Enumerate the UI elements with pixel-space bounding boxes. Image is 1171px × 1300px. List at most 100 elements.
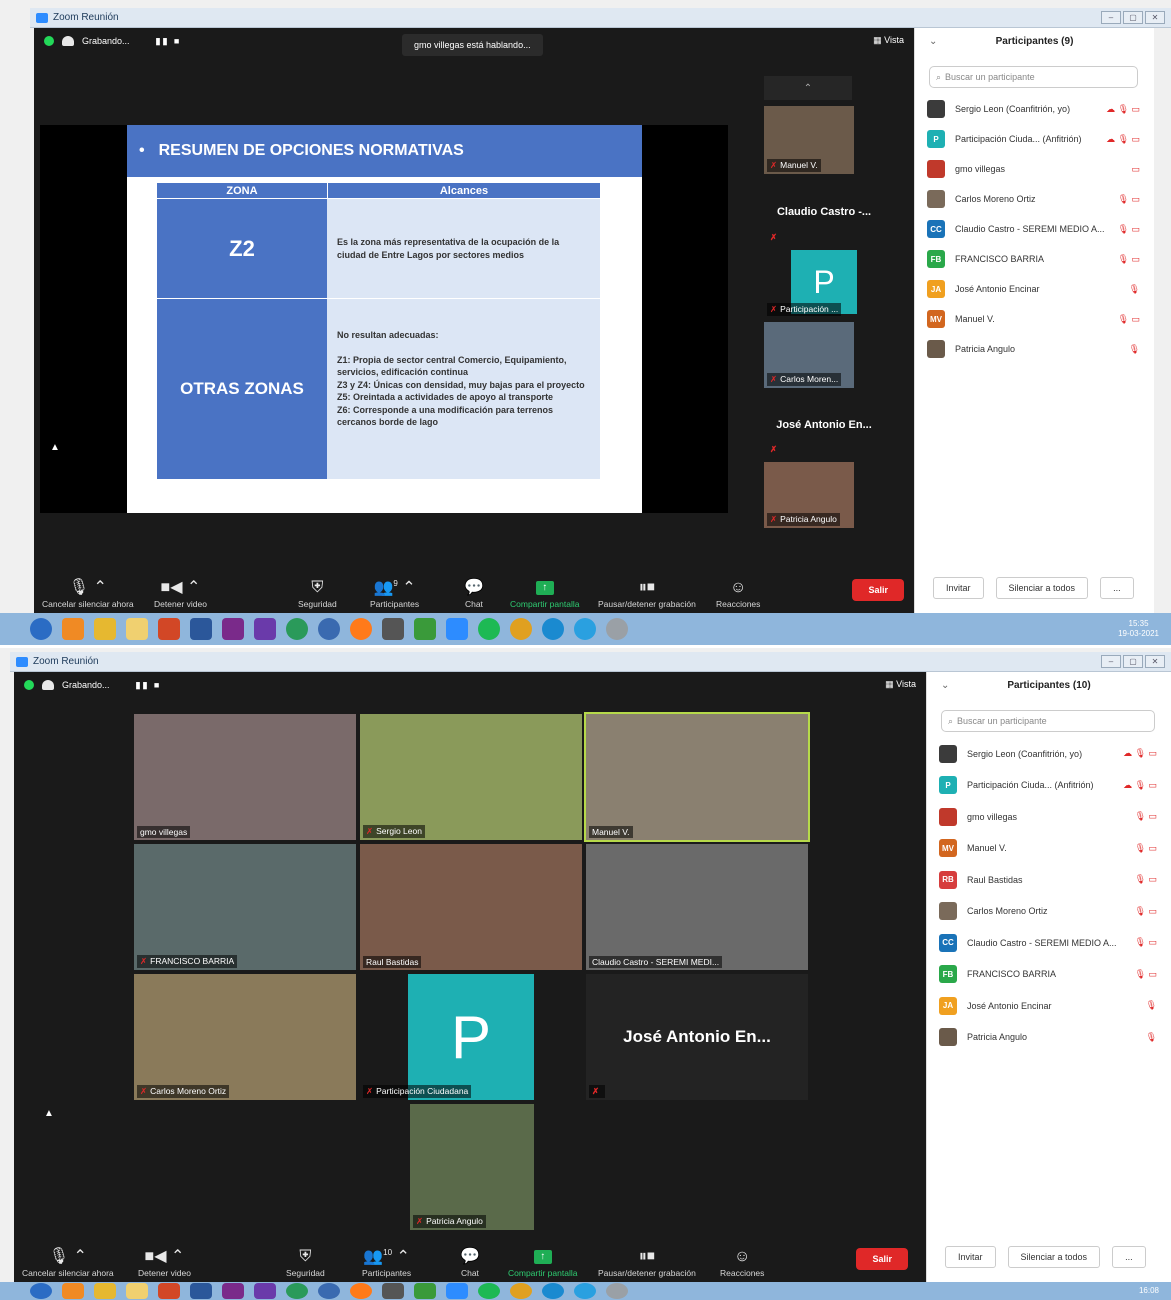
video-tile[interactable]: José Antonio En... ✗ — [586, 974, 808, 1100]
telegram-icon[interactable] — [574, 618, 596, 640]
stop-video-button[interactable]: ■◀ ⌃ Detener video — [154, 580, 207, 610]
camera-app-icon[interactable] — [382, 618, 404, 640]
video-tile[interactable]: ✗ Sergio Leon — [360, 714, 582, 840]
more-button[interactable]: ... — [1100, 577, 1134, 599]
participant-row[interactable]: MV Manuel V. 🎙 ▭ — [939, 833, 1157, 865]
video-tile[interactable]: ✗ Carlos Moreno Ortiz — [134, 974, 356, 1100]
video-tile[interactable]: Raul Bastidas — [360, 844, 582, 970]
search-input[interactable]: ⌕ Buscar un participante — [941, 710, 1155, 732]
security-button[interactable]: ⛨ Seguridad — [286, 1249, 325, 1279]
pdf-icon[interactable] — [222, 618, 244, 640]
zoom-icon[interactable] — [446, 1283, 468, 1299]
share-screen-button[interactable]: ↑ Compartir pantalla — [510, 581, 579, 609]
participant-row[interactable]: Patricia Angulo 🎙 — [939, 1022, 1157, 1054]
folder-icon[interactable] — [126, 1283, 148, 1299]
video-tile[interactable]: P ✗ Participación Ciudadana — [360, 974, 582, 1100]
scroll-up-button[interactable]: ⌃ — [764, 76, 852, 100]
participants-button[interactable]: 👥9 ⌃ Participantes — [370, 576, 419, 609]
invite-button[interactable]: Invitar — [933, 577, 984, 599]
powerpoint-icon[interactable] — [158, 1283, 180, 1299]
video-tile[interactable]: ✗ FRANCISCO BARRIA — [134, 844, 356, 970]
spotify-icon[interactable] — [478, 618, 500, 640]
pdf-icon[interactable] — [222, 1283, 244, 1299]
close-button[interactable]: ✕ — [1145, 655, 1165, 668]
encryption-shield-icon[interactable] — [24, 680, 34, 690]
edge-icon[interactable] — [542, 1283, 564, 1299]
app-icon[interactable] — [606, 618, 628, 640]
explorer-icon[interactable] — [94, 1283, 116, 1299]
reactions-button[interactable]: ☺ Reacciones — [720, 1249, 764, 1279]
record-button[interactable]: ⏸⏹ Pausar/detener grabación — [598, 1249, 696, 1279]
view-button[interactable]: ▦ Vista — [873, 35, 904, 46]
telegram-icon[interactable] — [574, 1283, 596, 1299]
excel-icon[interactable] — [414, 1283, 436, 1299]
participant-row[interactable]: JA José Antonio Encinar 🎙 — [927, 274, 1140, 304]
participant-row[interactable]: FB FRANCISCO BARRIA 🎙 ▭ — [939, 959, 1157, 991]
encryption-shield-icon[interactable] — [44, 36, 54, 46]
word-icon[interactable] — [190, 618, 212, 640]
minimize-button[interactable]: – — [1101, 11, 1121, 24]
explorer-icon[interactable] — [94, 618, 116, 640]
participants-button[interactable]: 👥10 ⌃ Participantes — [362, 1245, 411, 1278]
participant-row[interactable]: Carlos Moreno Ortiz 🎙 ▭ — [939, 896, 1157, 928]
participant-row[interactable]: Carlos Moreno Ortiz 🎙 ▭ — [927, 184, 1140, 214]
camera-app-icon[interactable] — [382, 1283, 404, 1299]
maximize-button[interactable]: ▢ — [1123, 11, 1143, 24]
participant-row[interactable]: CC Claudio Castro - SEREMI MEDIO A... 🎙 ▭ — [927, 214, 1140, 244]
strip-tile-carlos[interactable]: ✗ Carlos Moren... — [764, 322, 854, 388]
leave-button[interactable]: Salir — [852, 579, 904, 601]
pause-stop-recording-controls[interactable]: ▮▮ ■ — [136, 680, 162, 691]
app-icon[interactable] — [286, 1283, 308, 1299]
participant-row[interactable]: gmo villegas ▭ — [927, 154, 1140, 184]
video-tile[interactable]: Claudio Castro - SEREMI MEDI... — [586, 844, 808, 970]
participant-row[interactable]: P Participación Ciuda... (Anfitrión) ☁ 🎙 ▭ — [927, 124, 1140, 154]
participant-row[interactable]: FB FRANCISCO BARRIA 🎙 ▭ — [927, 244, 1140, 274]
mute-all-button[interactable]: Silenciar a todos — [995, 577, 1089, 599]
word-icon[interactable] — [190, 1283, 212, 1299]
participant-row[interactable]: P Participación Ciuda... (Anfitrión) ☁ 🎙 ▭ — [939, 770, 1157, 802]
app-icon[interactable] — [254, 1283, 276, 1299]
media-app-icon[interactable] — [62, 1283, 84, 1299]
strip-tile-claudio[interactable]: Claudio Castro -... ✗ — [764, 178, 884, 246]
participant-row[interactable]: Sergio Leon (Coanfitrión, yo) ☁ 🎙 ▭ — [939, 738, 1157, 770]
chat-button[interactable]: 💬 Chat — [460, 1249, 480, 1279]
chevron-down-icon[interactable]: ⌄ — [929, 36, 937, 47]
participant-row[interactable]: JA José Antonio Encinar 🎙 — [939, 990, 1157, 1022]
chevron-down-icon[interactable]: ⌄ — [941, 680, 949, 691]
media-app-icon[interactable] — [62, 618, 84, 640]
record-button[interactable]: ⏸⏹ Pausar/detener grabación — [598, 580, 696, 610]
mute-button[interactable]: 🎙 ⌃ Cancelar silenciar ahora — [22, 1249, 114, 1279]
participant-row[interactable]: RB Raul Bastidas 🎙 ▭ — [939, 864, 1157, 896]
search-input[interactable]: ⌕ Buscar un participante — [929, 66, 1138, 88]
strip-tile-jose[interactable]: José Antonio En... ✗ — [764, 392, 884, 458]
view-button[interactable]: ▦ Vista — [885, 679, 916, 690]
firefox-icon[interactable] — [350, 1283, 372, 1299]
chrome-icon[interactable] — [510, 618, 532, 640]
chrome-icon[interactable] — [510, 1283, 532, 1299]
app-icon[interactable] — [318, 618, 340, 640]
folder-icon[interactable] — [126, 618, 148, 640]
participant-row[interactable]: gmo villegas 🎙 ▭ — [939, 801, 1157, 833]
app-icon[interactable] — [286, 618, 308, 640]
participant-row[interactable]: MV Manuel V. 🎙 ▭ — [927, 304, 1140, 334]
video-tile[interactable]: gmo villegas — [134, 714, 356, 840]
security-button[interactable]: ⛨ Seguridad — [298, 580, 337, 610]
video-tile[interactable]: Manuel V. — [584, 712, 810, 842]
maximize-button[interactable]: ▢ — [1123, 655, 1143, 668]
close-button[interactable]: ✕ — [1145, 11, 1165, 24]
excel-icon[interactable] — [414, 618, 436, 640]
strip-tile-participacion[interactable]: P ✗ Participación ... — [764, 250, 884, 318]
participant-row[interactable]: CC Claudio Castro - SEREMI MEDIO A... 🎙 ▭ — [939, 927, 1157, 959]
firefox-icon[interactable] — [350, 618, 372, 640]
app-icon[interactable] — [318, 1283, 340, 1299]
app-icon[interactable] — [606, 1283, 628, 1299]
strip-tile-manuel[interactable]: ✗ Manuel V. — [764, 106, 854, 174]
leave-button[interactable]: Salir — [856, 1248, 908, 1270]
share-screen-button[interactable]: ↑ Compartir pantalla — [508, 1250, 577, 1278]
participant-row[interactable]: Sergio Leon (Coanfitrión, yo) ☁ 🎙 ▭ — [927, 94, 1140, 124]
invite-button[interactable]: Invitar — [945, 1246, 996, 1268]
stop-video-button[interactable]: ■◀ ⌃ Detener video — [138, 1249, 191, 1279]
more-button[interactable]: ... — [1112, 1246, 1146, 1268]
participant-row[interactable]: Patricia Angulo 🎙 — [927, 334, 1140, 364]
powerpoint-icon[interactable] — [158, 618, 180, 640]
